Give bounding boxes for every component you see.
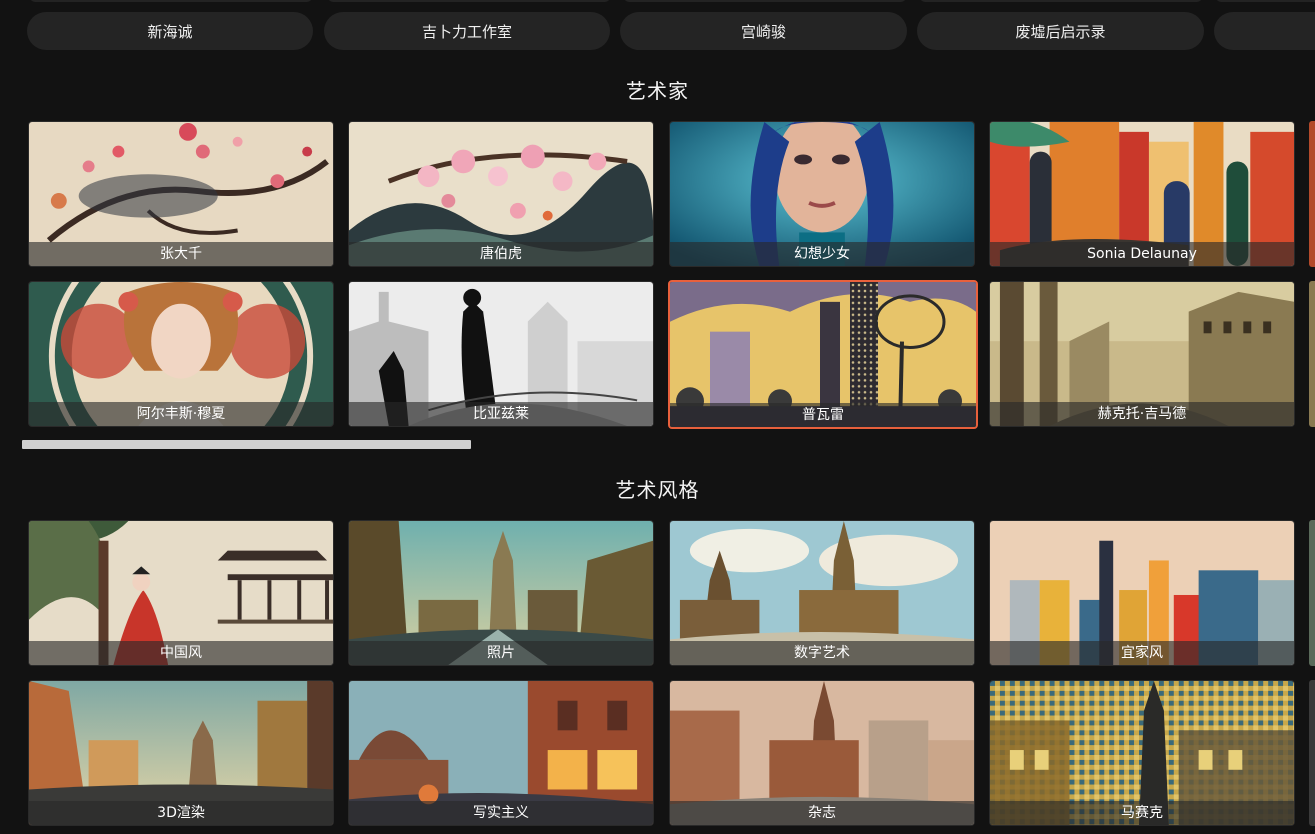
- artist-card-tang-bohu[interactable]: 唐伯虎: [348, 121, 654, 267]
- style-card-partial[interactable]: [1309, 680, 1315, 826]
- card-caption: Sonia Delaunay: [990, 242, 1294, 266]
- card-caption: 照片: [349, 641, 653, 665]
- card-caption: 阿尔丰斯·穆夏: [29, 402, 333, 426]
- page: 新海诚 吉卜力工作室 宫崎骏 废墟后启示录 艺术家 张大千 唐伯虎 幻想少女 S…: [0, 0, 1315, 834]
- section-title-art-styles: 艺术风格: [615, 478, 700, 502]
- card-caption: 赫克托·吉马德: [990, 402, 1294, 426]
- card-caption: 数字艺术: [670, 641, 974, 665]
- horizontal-scrollbar-thumb[interactable]: [22, 440, 471, 449]
- style-card-magazine[interactable]: 杂志: [669, 680, 975, 826]
- pill-row-above-fragment: [1216, 0, 1315, 2]
- card-caption: 宜家风: [990, 641, 1294, 665]
- artist-card-fantasy-girl[interactable]: 幻想少女: [669, 121, 975, 267]
- artist-card-alphonse-mucha[interactable]: 阿尔丰斯·穆夏: [28, 281, 334, 427]
- pill-row-above-fragment: [328, 0, 610, 2]
- card-caption: 中国风: [29, 641, 333, 665]
- category-pill-makoto-shinkai[interactable]: 新海诚: [27, 12, 313, 50]
- style-card-realism[interactable]: 写实主义: [348, 680, 654, 826]
- style-card-mosaic[interactable]: 马赛克: [989, 680, 1295, 826]
- artist-card-hector-guimard[interactable]: 赫克托·吉马德: [989, 281, 1295, 427]
- card-caption: 马赛克: [990, 801, 1294, 825]
- category-pill-row: 新海诚 吉卜力工作室 宫崎骏 废墟后启示录: [0, 0, 1315, 60]
- pill-row-above-fragment: [30, 0, 312, 2]
- style-card-photo[interactable]: 照片: [348, 520, 654, 666]
- style-card-ikea[interactable]: 宜家风: [989, 520, 1295, 666]
- card-caption: 张大千: [29, 242, 333, 266]
- style-card-3d-render[interactable]: 3D渲染: [28, 680, 334, 826]
- artist-card-sonia-delaunay[interactable]: Sonia Delaunay: [989, 121, 1295, 267]
- card-caption: 3D渲染: [29, 801, 333, 825]
- style-card-chinese[interactable]: 中国风: [28, 520, 334, 666]
- card-caption: 普瓦雷: [670, 403, 976, 427]
- card-caption: 唐伯虎: [349, 242, 653, 266]
- category-pill-post-apocalyptic[interactable]: 废墟后启示录: [917, 12, 1204, 50]
- style-card-partial[interactable]: [1309, 520, 1315, 666]
- artist-card-poiret[interactable]: 普瓦雷: [668, 280, 978, 429]
- pill-row-above-fragment: [624, 0, 906, 2]
- artist-card-partial[interactable]: [1309, 281, 1315, 427]
- section-title-artists: 艺术家: [626, 79, 689, 103]
- artist-card-beardsley[interactable]: 比亚兹莱: [348, 281, 654, 427]
- card-caption: 写实主义: [349, 801, 653, 825]
- style-card-digital-art[interactable]: 数字艺术: [669, 520, 975, 666]
- card-caption: 幻想少女: [670, 242, 974, 266]
- artist-card-partial[interactable]: [1309, 121, 1315, 267]
- category-pill-partial[interactable]: [1214, 12, 1315, 50]
- artist-card-zhang-daqian[interactable]: 张大千: [28, 121, 334, 267]
- category-pill-studio-ghibli[interactable]: 吉卜力工作室: [324, 12, 610, 50]
- card-caption: 杂志: [670, 801, 974, 825]
- pill-row-above-fragment: [920, 0, 1202, 2]
- category-pill-hayao-miyazaki[interactable]: 宫崎骏: [620, 12, 907, 50]
- card-caption: 比亚兹莱: [349, 402, 653, 426]
